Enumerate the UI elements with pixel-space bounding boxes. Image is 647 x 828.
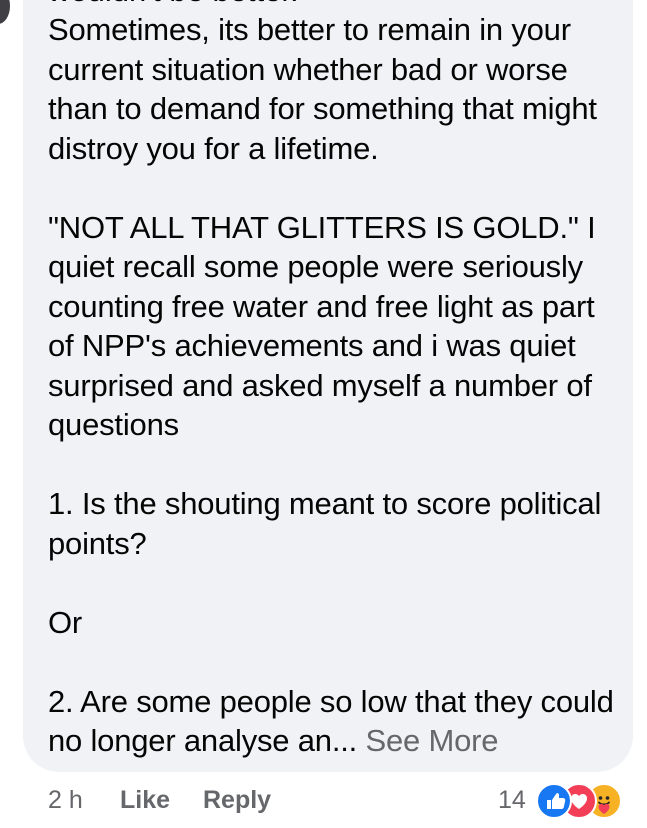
reply-button[interactable]: Reply: [203, 786, 271, 815]
reaction-count[interactable]: 14: [498, 786, 526, 815]
comment-timestamp[interactable]: 2 h: [48, 786, 83, 815]
comment-clipped-line: wouldn't be better.: [48, 0, 299, 10]
comment-screen: wouldn't be better. Sometimes, its bette…: [0, 0, 647, 828]
comment-paragraph-3: 1. Is the shouting meant to score politi…: [48, 486, 602, 561]
comment-paragraph-2: "NOT ALL THAT GLITTERS IS GOLD." I quiet…: [48, 209, 596, 443]
comment-footer: 2 h Like Reply 14: [0, 783, 647, 819]
like-icon: [536, 783, 572, 819]
comment-truncated-text: 2. Are some people so low that they coul…: [48, 683, 614, 759]
comment-paragraph-4: Or: [48, 604, 83, 640]
see-more-link[interactable]: See More: [366, 723, 499, 758]
comment-text: Sometimes, its better to remain in your …: [48, 10, 618, 761]
comment-paragraph-5: 2. Are some people so low that they coul…: [48, 682, 618, 761]
commenter-avatar[interactable]: [0, 0, 10, 24]
comment-paragraph-1: Sometimes, its better to remain in your …: [48, 12, 597, 166]
like-button[interactable]: Like: [120, 786, 170, 815]
